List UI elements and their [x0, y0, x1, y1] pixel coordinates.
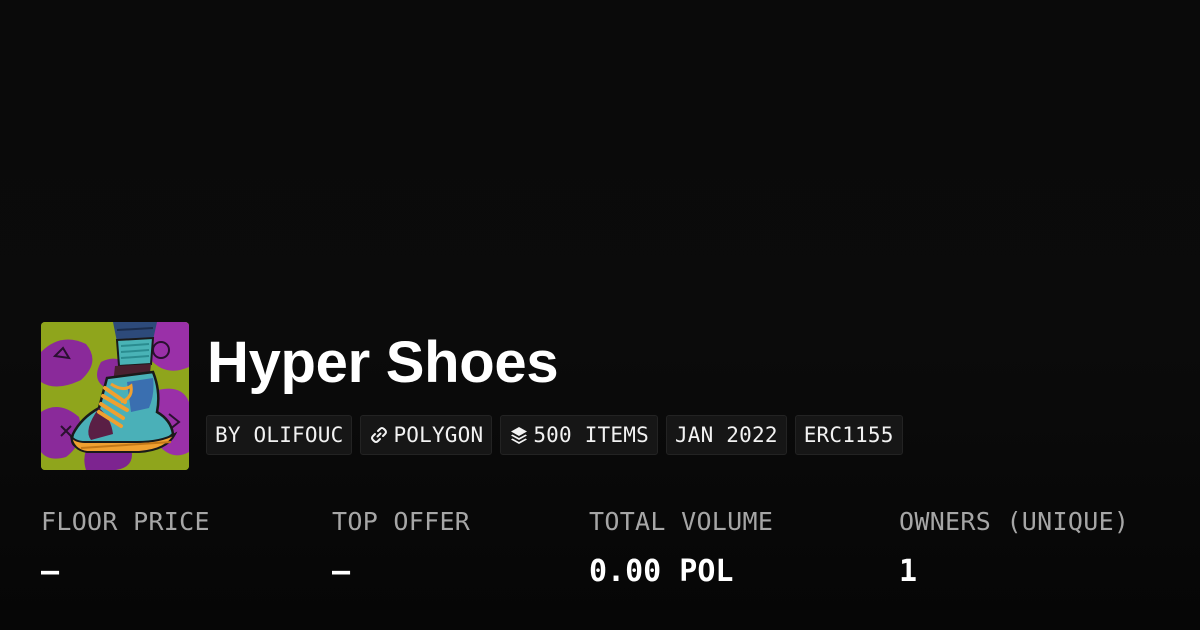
tag-standard: ERC1155 — [794, 415, 903, 455]
layers-icon — [509, 425, 529, 445]
stat-total-volume-label: TOTAL VOLUME — [589, 507, 774, 536]
tag-date-label: JAN 2022 — [674, 423, 778, 447]
stat-total-volume-value: 0.00 POL — [589, 554, 734, 589]
collection-image — [41, 322, 189, 470]
collection-title: Hyper Shoes — [207, 330, 559, 395]
stat-owners-value: 1 — [899, 554, 918, 589]
tag-chain[interactable]: POLYGON — [360, 415, 493, 455]
stat-top-offer: TOP OFFER – — [332, 506, 470, 588]
stat-total-volume: TOTAL VOLUME 0.00 POL — [589, 506, 773, 588]
stat-floor-price-label: FLOOR PRICE — [41, 507, 210, 536]
stat-floor-price: FLOOR PRICE – — [41, 506, 210, 588]
tag-creator-label: BY OLIFOUC — [215, 423, 344, 447]
og-card: { "collection": { "name": "Hyper Shoes",… — [0, 0, 1200, 630]
tag-chain-label: POLYGON — [393, 423, 484, 447]
shoe-artwork — [41, 322, 189, 470]
stat-floor-price-value: – — [41, 554, 60, 589]
tag-creator[interactable]: BY OLIFOUC — [206, 415, 353, 455]
tag-standard-label: ERC1155 — [803, 423, 894, 447]
collection-tags: BY OLIFOUC POLYGON 500 ITEMS JAN 2022 ER… — [206, 415, 903, 455]
tag-items[interactable]: 500 ITEMS — [500, 415, 658, 455]
stat-top-offer-label: TOP OFFER — [332, 507, 471, 536]
tag-items-label: 500 ITEMS — [533, 423, 649, 447]
stat-owners: OWNERS (UNIQUE) 1 — [899, 506, 1129, 588]
chain-link-icon — [369, 425, 389, 445]
stat-owners-label: OWNERS (UNIQUE) — [899, 507, 1130, 536]
stat-top-offer-value: – — [332, 554, 351, 589]
tag-date: JAN 2022 — [665, 415, 787, 455]
